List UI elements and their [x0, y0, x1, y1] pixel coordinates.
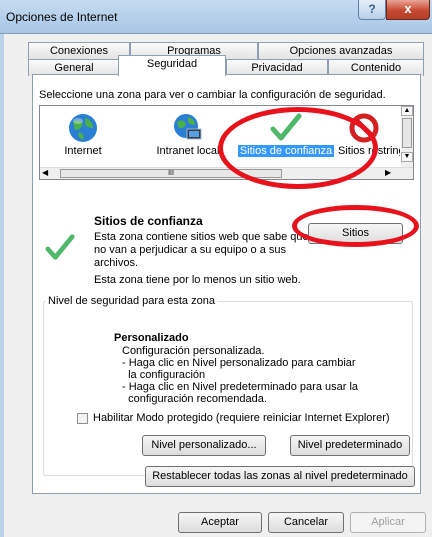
close-button[interactable]: x	[386, 0, 430, 20]
default-level-button[interactable]: Nivel predeterminado	[290, 435, 410, 456]
zone-instruction: Seleccione una zona para ver o cambiar l…	[39, 89, 386, 101]
protected-mode-label: Habilitar Modo protegido (requiere reini…	[93, 412, 390, 424]
zone-label: Intranet local	[156, 145, 220, 157]
zone-list[interactable]: Internet Intranet local Sitios de confia…	[39, 105, 414, 180]
tab-opciones-avanzadas[interactable]: Opciones avanzadas	[258, 42, 424, 59]
zone-title: Sitios de confianza	[94, 214, 203, 228]
security-panel: Seleccione una zona para ver o cambiar l…	[32, 74, 421, 494]
tab-seguridad[interactable]: Seguridad	[118, 55, 226, 76]
zone-note: Esta zona tiene por lo menos un sitio we…	[94, 274, 301, 286]
apply-button[interactable]: Aplicar	[350, 512, 426, 533]
reset-all-zones-button[interactable]: Restablecer todas las zonas al nivel pre…	[145, 466, 415, 487]
zone-sitios-confianza[interactable]: Sitios de confianza	[236, 106, 336, 166]
sites-button[interactable]: Sitios	[308, 223, 403, 244]
scroll-down-arrow-icon[interactable]: ▼	[401, 152, 413, 162]
globe-icon	[69, 114, 97, 142]
intranet-icon	[174, 114, 202, 140]
ok-button[interactable]: Aceptar	[178, 512, 262, 533]
tab-conexiones[interactable]: Conexiones	[28, 42, 130, 59]
zone-label: Sitios de confianza	[237, 145, 335, 157]
help-button[interactable]: ?	[358, 0, 386, 20]
security-level-group: Nivel de seguridad para esta zona Person…	[43, 295, 413, 476]
zone-internet[interactable]: Internet	[42, 106, 124, 166]
scroll-up-arrow-icon[interactable]: ▲	[401, 106, 413, 116]
security-level-title: Personalizado	[114, 332, 189, 344]
dialog-body: Conexiones Programas Opciones avanzadas …	[0, 34, 432, 537]
checkmark-icon	[45, 234, 75, 260]
zone-list-horizontal-scrollbar[interactable]: ◀ III ▶	[40, 167, 413, 179]
zone-label: Sitios restringidos	[338, 145, 400, 157]
restricted-icon	[349, 113, 379, 143]
protected-mode-checkbox[interactable]	[77, 413, 88, 424]
cancel-button[interactable]: Cancelar	[268, 512, 344, 533]
zone-label: Internet	[64, 145, 102, 157]
zone-sitios-restringidos[interactable]: Sitios restringidos	[338, 106, 400, 166]
zone-intranet[interactable]: Intranet local	[144, 106, 232, 166]
security-level-description: Configuración personalizada. - Haga clic …	[122, 345, 359, 405]
zone-list-vertical-scrollbar[interactable]: ▲ ▼	[401, 106, 413, 167]
security-level-legend: Nivel de seguridad para esta zona	[46, 295, 217, 307]
custom-level-button[interactable]: Nivel personalizado...	[142, 435, 266, 456]
scroll-thumb[interactable]	[402, 118, 412, 148]
title-bar[interactable]: Opciones de Internet ? x	[0, 0, 432, 34]
scroll-left-arrow-icon[interactable]: ◀	[42, 168, 48, 177]
horizontal-scroll-thumb[interactable]: III	[60, 169, 282, 178]
window-title: Opciones de Internet	[6, 10, 118, 24]
checkmark-icon	[270, 113, 302, 141]
zone-description: Esta zona contiene sitios web que sabe q…	[94, 231, 309, 269]
scroll-right-arrow-icon[interactable]: ▶	[385, 168, 391, 177]
